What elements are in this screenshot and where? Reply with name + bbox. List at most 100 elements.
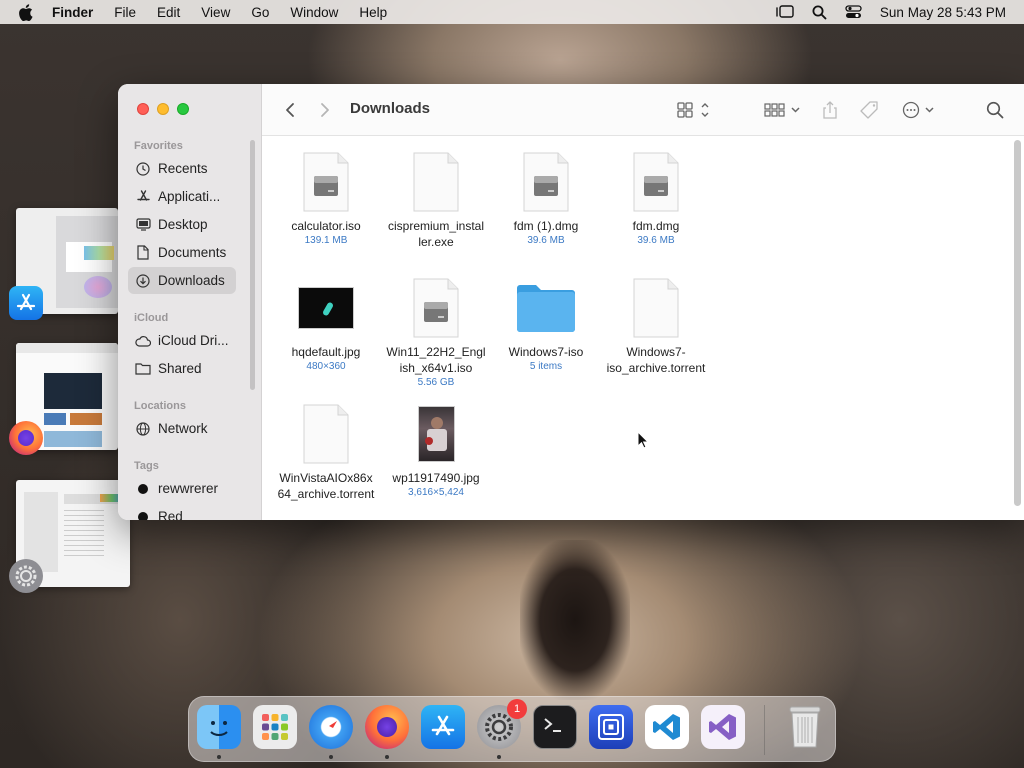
file-item-cispremium-installer[interactable]: cispremium_instal ler.exe [381, 150, 491, 250]
dock-app-store-icon[interactable] [421, 705, 465, 749]
menu-window[interactable]: Window [290, 5, 338, 20]
sidebar-tag-rewwrerer[interactable]: rewwrerer [128, 475, 236, 502]
file-meta: 39.6 MB [527, 235, 565, 246]
document-icon [135, 245, 151, 261]
download-icon [135, 273, 151, 289]
sidebar-heading-icloud: iCloud [134, 312, 169, 324]
dock-trash-icon[interactable] [783, 705, 827, 749]
dock-visual-studio-icon[interactable] [701, 705, 745, 749]
sidebar-scrollbar[interactable] [250, 140, 255, 390]
menu-go[interactable]: Go [251, 5, 269, 20]
file-name: fdm.dmg [632, 219, 680, 233]
dock-finder-icon[interactable] [197, 705, 241, 749]
forward-chevron-icon[interactable] [317, 99, 333, 121]
shared-folder-icon [135, 361, 151, 377]
file-name: hqdefault.jpg [291, 345, 361, 359]
sidebar-item-network[interactable]: Network [128, 415, 236, 442]
sidebar-item-downloads[interactable]: Downloads [128, 267, 236, 294]
file-item-win11-iso[interactable]: Win11_22H2_Engl ish_x64v1.iso 5.56 GB [381, 276, 491, 390]
sidebar-item-label: Network [158, 421, 208, 436]
finder-window: Favorites Recents Applicati... Desktop D… [118, 84, 1024, 520]
menu-view[interactable]: View [201, 5, 230, 20]
dock: 1 [188, 696, 836, 762]
cloud-icon [135, 333, 151, 349]
sidebar-item-label: iCloud Dri... [158, 333, 229, 348]
menubar-clock[interactable]: Sun May 28 5:43 PM [880, 5, 1006, 20]
file-item-calculator-iso[interactable]: calculator.iso 139.1 MB [271, 150, 381, 248]
file-item-hqdefault-jpg[interactable]: hqdefault.jpg 480×360 [271, 276, 381, 374]
blank-document-icon [601, 276, 711, 340]
system-settings-icon[interactable] [9, 559, 43, 593]
sidebar-item-applications[interactable]: Applicati... [128, 183, 236, 210]
file-item-fdm-1-dmg[interactable]: fdm (1).dmg 39.6 MB [491, 150, 601, 248]
dock-terminal-icon[interactable] [533, 705, 577, 749]
control-center-icon[interactable] [845, 5, 862, 19]
close-button[interactable] [137, 103, 149, 115]
more-actions-icon[interactable] [901, 99, 937, 121]
dock-launchpad-icon[interactable] [253, 705, 297, 749]
sidebar-item-label: Applicati... [158, 189, 221, 204]
firefox-icon[interactable] [9, 421, 43, 455]
sidebar-tag-red[interactable]: Red [128, 503, 236, 520]
notification-badge: 1 [507, 699, 527, 719]
file-item-fdm-dmg[interactable]: fdm.dmg 39.6 MB [601, 150, 711, 248]
stage-manager-icon[interactable] [776, 5, 794, 19]
file-meta: 139.1 MB [304, 235, 348, 246]
blank-document-icon [381, 150, 491, 214]
file-name: Windows7-iso [508, 345, 584, 359]
sidebar-item-recents[interactable]: Recents [128, 155, 236, 182]
file-name: calculator.iso [291, 219, 361, 233]
finder-toolbar: Downloads [262, 84, 1024, 136]
clock-icon [135, 161, 151, 177]
file-name: wp11917490.jpg [392, 471, 480, 485]
window-controls [137, 103, 189, 115]
blank-document-icon [271, 402, 381, 466]
sidebar-heading-locations: Locations [134, 400, 186, 412]
menu-bar: Finder File Edit View Go Window Help Sun… [0, 0, 1024, 24]
sidebar-item-shared[interactable]: Shared [128, 355, 236, 382]
apple-menu-icon[interactable] [18, 3, 38, 21]
sidebar-item-documents[interactable]: Documents [128, 239, 236, 266]
file-meta: 39.6 MB [637, 235, 675, 246]
menu-edit[interactable]: Edit [157, 5, 180, 20]
file-meta: 5.56 GB [417, 377, 455, 388]
dock-system-settings-icon[interactable]: 1 [477, 699, 527, 749]
sidebar-item-icloud-drive[interactable]: iCloud Dri... [128, 327, 236, 354]
menu-file[interactable]: File [114, 5, 136, 20]
window-title: Downloads [350, 100, 431, 117]
finder-sidebar: Favorites Recents Applicati... Desktop D… [118, 84, 262, 520]
disk-image-icon [601, 150, 711, 214]
sidebar-heading-tags: Tags [134, 460, 159, 472]
minimize-button[interactable] [157, 103, 169, 115]
tag-icon[interactable] [860, 99, 880, 121]
file-grid-scrollbar[interactable] [1014, 140, 1021, 506]
sidebar-item-label: rewwrerer [158, 481, 219, 496]
search-icon[interactable] [986, 99, 1004, 121]
file-grid: calculator.iso 139.1 MB cispremium_insta… [262, 136, 1024, 520]
zoom-button[interactable] [177, 103, 189, 115]
app-store-icon[interactable] [9, 286, 43, 320]
back-chevron-icon[interactable] [282, 99, 298, 121]
spotlight-search-icon[interactable] [812, 5, 827, 20]
file-item-windows7-iso-folder[interactable]: Windows7-iso 5 items [491, 276, 601, 374]
file-item-winvista-torrent[interactable]: WinVistaAIOx86x 64_archive.torrent [271, 402, 381, 502]
share-icon[interactable] [822, 99, 838, 121]
dock-vscode-icon[interactable] [645, 705, 689, 749]
photo-thumbnail-icon [381, 402, 491, 466]
sidebar-item-label: Documents [158, 245, 227, 260]
dock-firefox-icon[interactable] [365, 705, 409, 749]
file-item-wp11917490-jpg[interactable]: wp11917490.jpg 3,616×5,424 [381, 402, 491, 500]
sidebar-item-label: Downloads [158, 273, 225, 288]
menu-app-name[interactable]: Finder [52, 5, 93, 20]
sidebar-item-label: Red [158, 509, 183, 520]
tag-dot-icon [135, 509, 151, 520]
menu-help[interactable]: Help [359, 5, 387, 20]
group-by-icon[interactable] [764, 99, 802, 121]
disk-image-icon [491, 150, 601, 214]
sidebar-item-desktop[interactable]: Desktop [128, 211, 236, 238]
dock-safari-icon[interactable] [309, 705, 353, 749]
dock-screen-sharing-icon[interactable] [589, 705, 633, 749]
icon-view-toggle-icon[interactable] [676, 99, 712, 121]
file-item-windows7-torrent[interactable]: Windows7- iso_archive.torrent [601, 276, 711, 376]
sidebar-item-label: Desktop [158, 217, 208, 232]
